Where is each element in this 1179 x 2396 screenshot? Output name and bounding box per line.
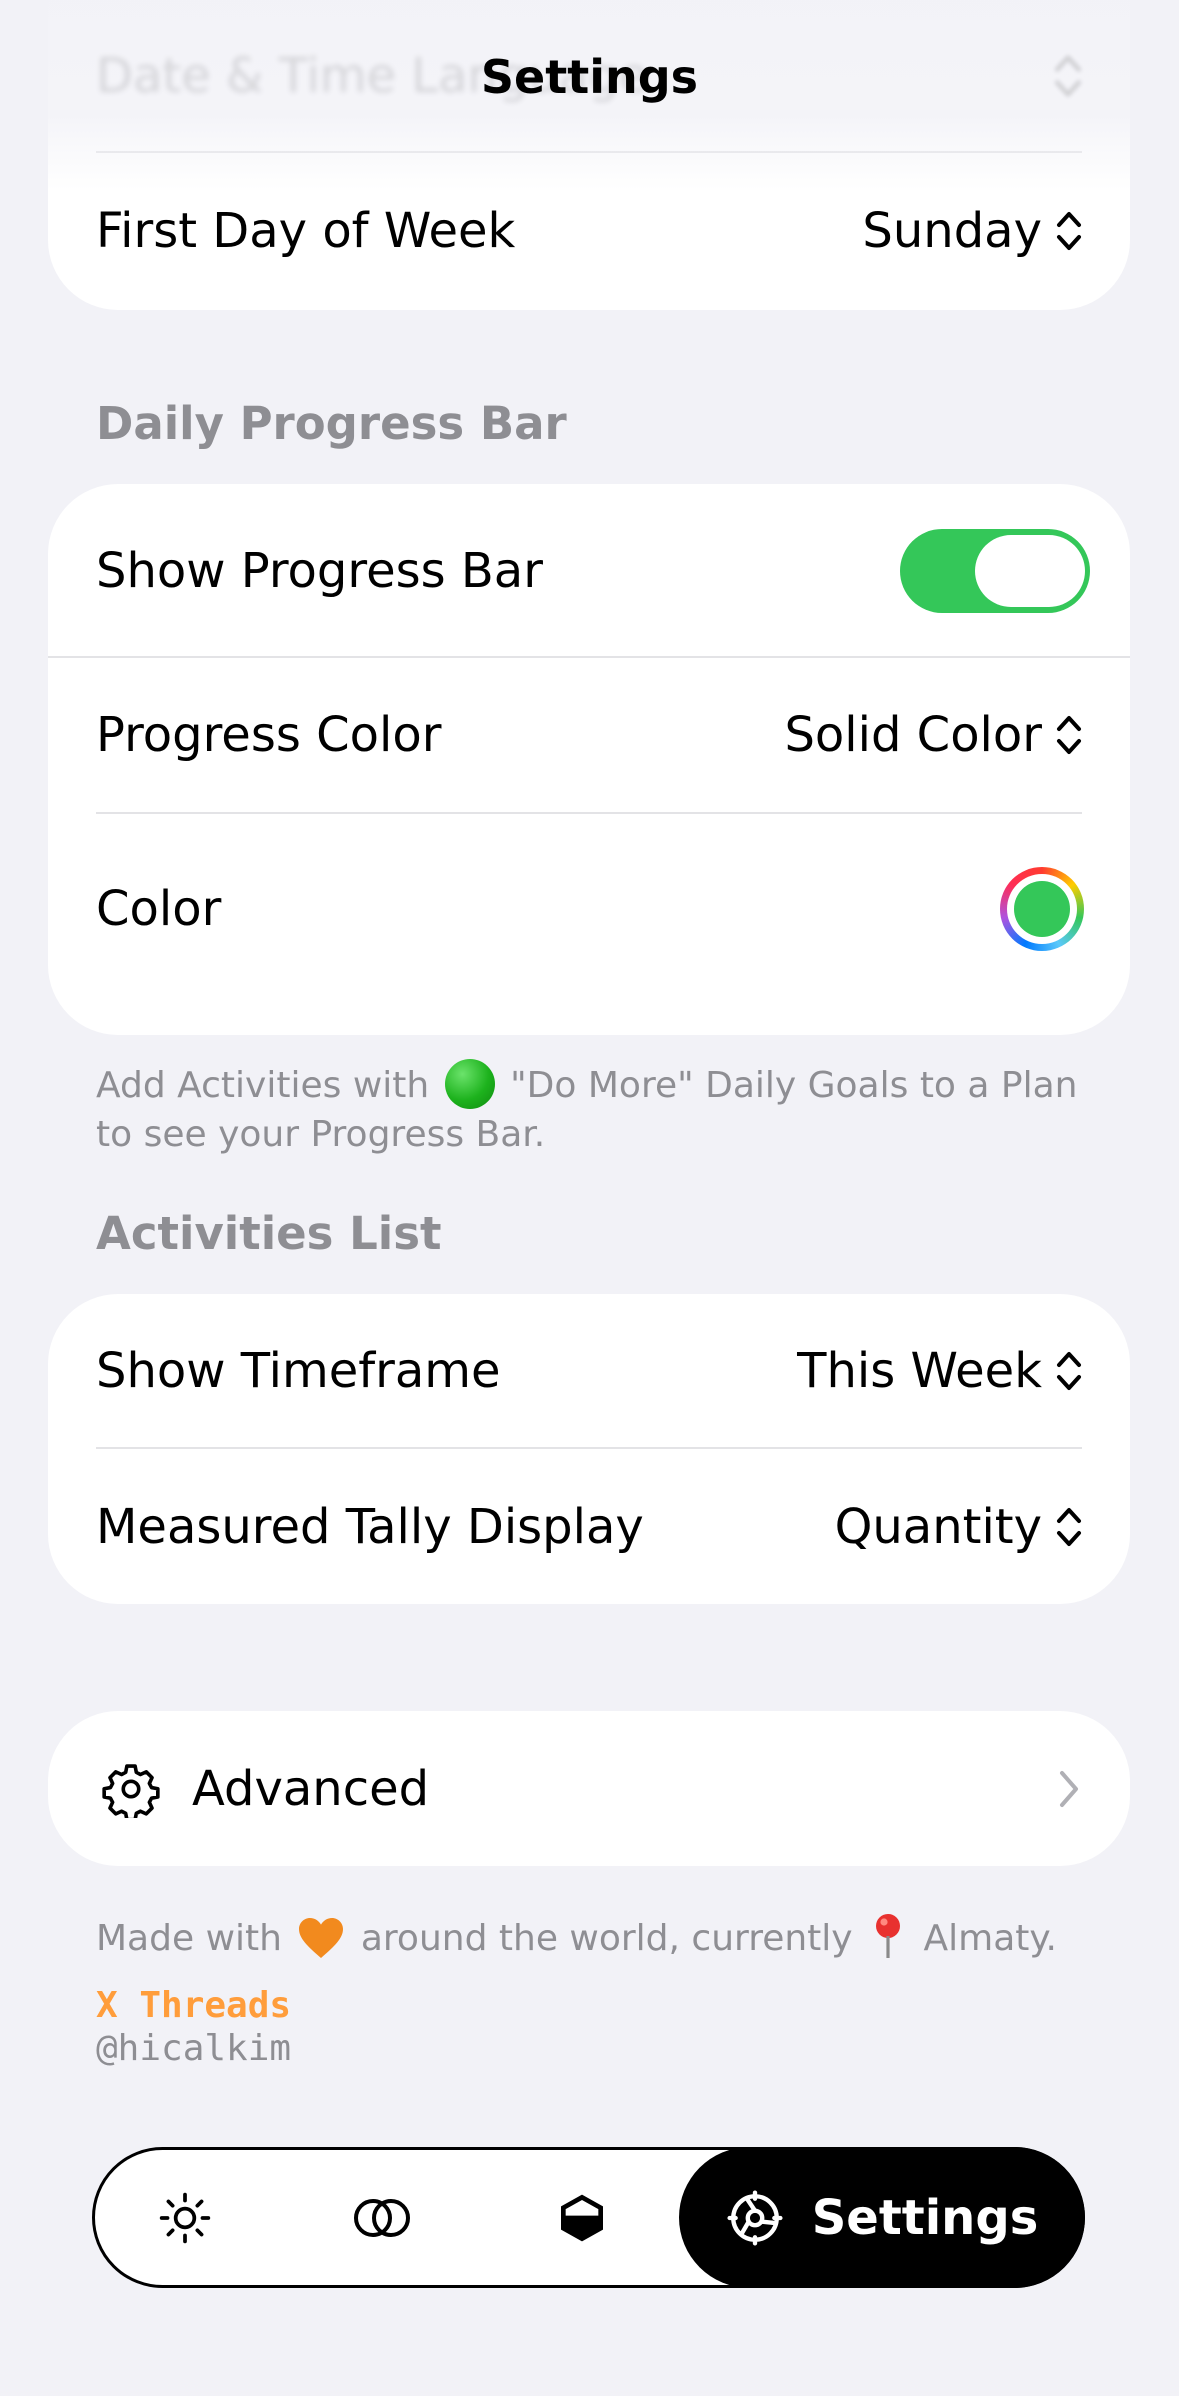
two-circles-icon	[354, 2198, 410, 2237]
made-with-text: Made with	[96, 1918, 282, 1959]
measured-tally-display-picker[interactable]: Quantity	[835, 1499, 1082, 1555]
tab-activities[interactable]	[532, 2150, 632, 2285]
made-with-line: Made with around the world, currently Al…	[96, 1912, 1086, 1963]
advanced-label: Advanced	[192, 1761, 430, 1817]
measured-tally-display-label: Measured Tally Display	[96, 1498, 644, 1555]
show-timeframe-label: Show Timeframe	[96, 1342, 501, 1399]
half-filled-hexagon-icon	[561, 2194, 603, 2241]
around-the-world-text: around the world, currently	[360, 1918, 853, 1959]
tab-plans[interactable]	[333, 2150, 433, 2285]
up-down-chevron-icon	[1057, 716, 1081, 754]
show-timeframe-row[interactable]: Show Timeframe This Week	[48, 1294, 1130, 1447]
toggle-knob	[975, 534, 1085, 607]
advanced-button[interactable]: Advanced	[48, 1711, 1130, 1866]
first-day-of-week-value: Sunday	[862, 203, 1042, 259]
tab-today[interactable]	[135, 2150, 235, 2285]
gear-icon	[727, 2189, 783, 2246]
activities-settings-card: Show Timeframe This Week Measured Tally …	[48, 1294, 1130, 1604]
section-header-daily-progress: Daily Progress Bar	[96, 397, 567, 450]
progress-settings-card: Show Progress Bar Progress Color Solid C…	[48, 484, 1130, 1035]
up-down-chevron-icon	[1057, 212, 1081, 250]
up-down-chevron-icon	[1057, 1351, 1081, 1390]
orange-heart-icon	[299, 1918, 344, 1958]
author-handle: @hicalkim	[96, 2028, 292, 2069]
sun-icon	[159, 2192, 211, 2243]
progress-color-value: Solid Color	[784, 707, 1042, 763]
progress-bar-footnote: Add Activities with "Do More" Daily Goal…	[96, 1059, 1086, 1159]
show-timeframe-value: This Week	[797, 1342, 1042, 1399]
location-text: Almaty.	[923, 1918, 1058, 1959]
gear-icon	[102, 1764, 160, 1818]
pin-icon	[876, 1914, 901, 1958]
tab-settings-label: Settings	[811, 2189, 1039, 2246]
progress-color-picker[interactable]: Solid Color	[784, 707, 1082, 763]
social-links[interactable]: X Threads	[96, 1984, 291, 2027]
color-well-button[interactable]	[1000, 867, 1084, 951]
credits: X Threads @hicalkim	[96, 1984, 291, 2070]
show-progress-bar-row: Show Progress Bar	[48, 484, 1130, 657]
section-header-activities-list: Activities List	[96, 1207, 442, 1260]
measured-tally-display-value: Quantity	[834, 1498, 1042, 1555]
tab-bar: Settings	[92, 2147, 1085, 2288]
color-row: Color	[48, 814, 1130, 1004]
selected-color-swatch	[1014, 881, 1070, 937]
footnote-text-start: Add Activities with	[96, 1065, 430, 1106]
show-timeframe-picker[interactable]: This Week	[797, 1343, 1082, 1399]
green-circle-icon	[444, 1059, 495, 1109]
progress-color-label: Progress Color	[96, 707, 442, 763]
color-label: Color	[96, 881, 222, 937]
show-progress-bar-toggle[interactable]	[900, 528, 1090, 613]
first-day-of-week-picker[interactable]: Sunday	[862, 203, 1082, 259]
page-title: Settings	[480, 50, 699, 104]
progress-color-row[interactable]: Progress Color Solid Color	[48, 658, 1130, 812]
tab-settings[interactable]: Settings	[679, 2147, 1085, 2288]
first-day-of-week-label: First Day of Week	[96, 203, 516, 259]
measured-tally-display-row[interactable]: Measured Tally Display Quantity	[48, 1449, 1130, 1604]
up-down-chevron-icon	[1057, 1507, 1081, 1546]
chevron-right-icon	[1060, 1771, 1078, 1807]
show-progress-bar-label: Show Progress Bar	[96, 542, 543, 599]
